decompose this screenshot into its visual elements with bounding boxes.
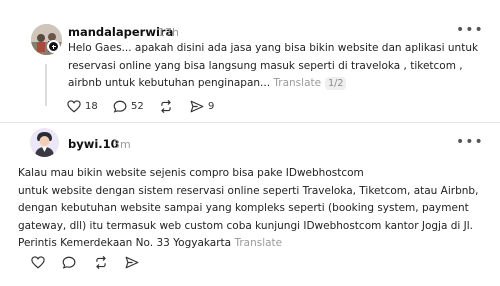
share-icon <box>125 256 139 269</box>
username[interactable]: bywi.10 <box>68 137 119 151</box>
avatar[interactable] <box>30 128 59 157</box>
thread-post: bywi.10 3m ••• Kalau mau bikin website s… <box>0 0 500 269</box>
repost-button[interactable] <box>94 256 108 269</box>
like-button[interactable] <box>31 256 45 269</box>
reply-button[interactable] <box>62 256 76 269</box>
share-button[interactable] <box>125 256 139 269</box>
heart-icon <box>31 256 45 269</box>
translate-link[interactable]: Translate <box>234 237 282 249</box>
timestamp[interactable]: 3m <box>113 138 131 151</box>
post-text: Kalau mau bikin website sejenis compro b… <box>18 165 498 253</box>
repost-icon <box>96 256 106 269</box>
comment-icon <box>62 256 76 269</box>
more-horizontal-icon[interactable]: ••• <box>456 134 484 150</box>
